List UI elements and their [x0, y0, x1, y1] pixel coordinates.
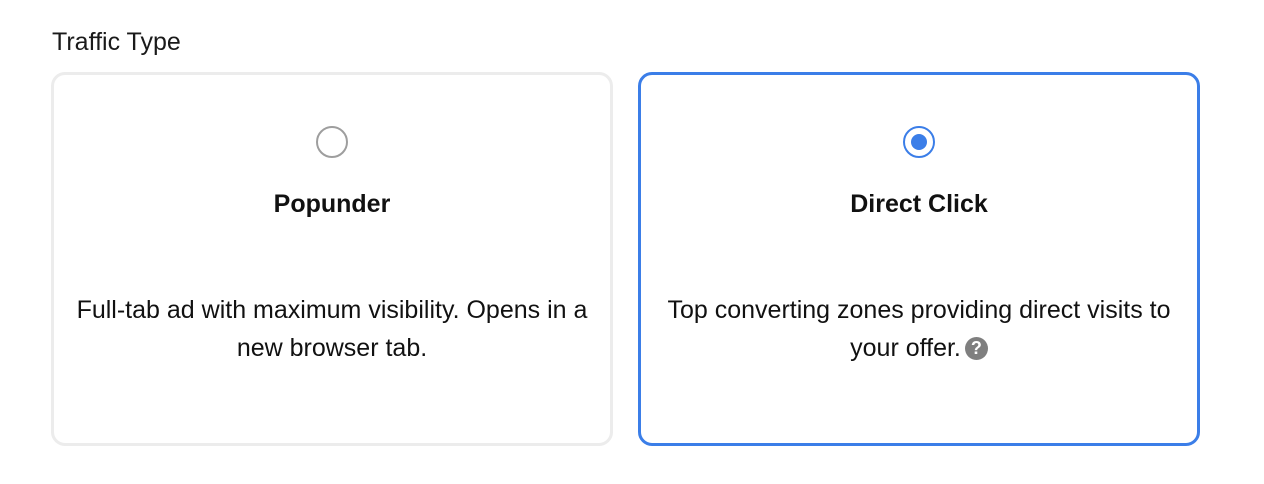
option-title-direct-click: Direct Click [850, 190, 988, 218]
radio-selected-dot [911, 134, 927, 150]
radio-direct-click[interactable] [903, 126, 935, 158]
option-description-text: Top converting zones providing direct vi… [667, 296, 1171, 362]
option-card-popunder[interactable]: Popunder Full-tab ad with maximum visibi… [51, 72, 613, 446]
question-circle-icon[interactable]: ? [964, 337, 988, 360]
option-description-direct-click: Top converting zones providing direct vi… [651, 291, 1187, 367]
option-description-popunder: Full-tab ad with maximum visibility. Ope… [64, 291, 600, 367]
traffic-type-label: Traffic Type [52, 28, 181, 56]
option-description-text: Full-tab ad with maximum visibility. Ope… [76, 296, 588, 362]
radio-popunder[interactable] [316, 126, 348, 158]
option-card-direct-click[interactable]: Direct Click Top converting zones provid… [638, 72, 1200, 446]
option-title-popunder: Popunder [273, 190, 391, 218]
